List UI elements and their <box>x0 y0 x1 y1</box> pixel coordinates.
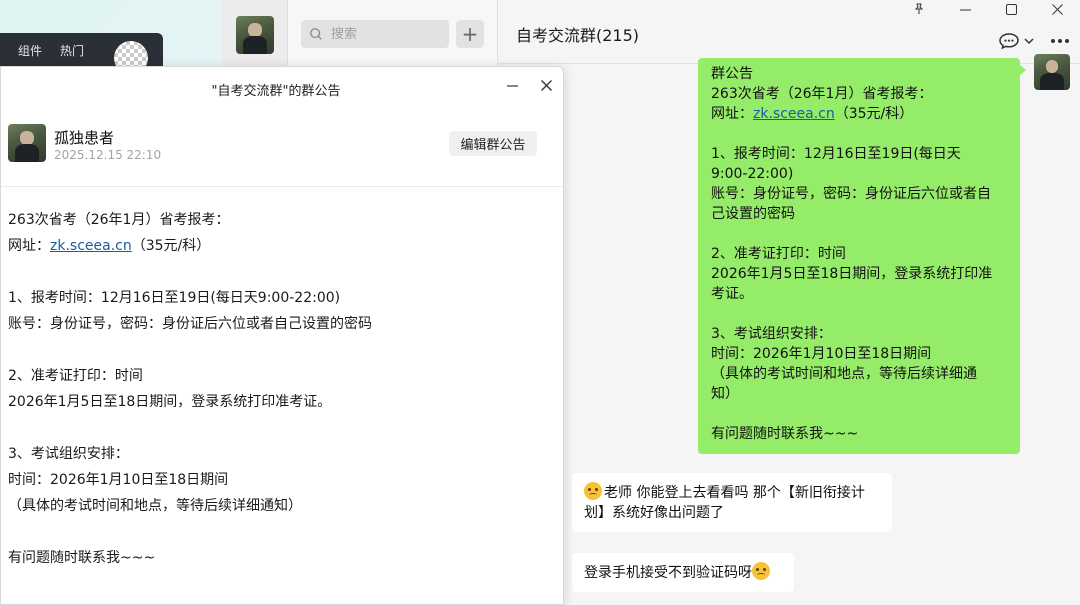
message-line: 知） <box>711 386 739 402</box>
announcement-line: 2026年1月5日至18日期间，登录系统打印准考证。 <box>8 394 332 410</box>
self-avatar[interactable] <box>1034 54 1070 90</box>
chat-main: 自考交流群(215) 群公告 263次省考（26年1月）省考报考： 网址：zk.… <box>498 0 1080 605</box>
message-line: 2026年1月5日至18日期间，登录系统打印准 <box>711 266 993 282</box>
announcement-line <box>8 415 553 441</box>
more-icon[interactable] <box>1050 38 1070 44</box>
message-text: 登录手机接受不到验证码呀 <box>584 565 752 581</box>
message-line: 263次省考（26年1月）省考报考： <box>711 86 933 102</box>
message-line: 群公告 <box>711 66 753 82</box>
publish-date: 2025.12.15 22:10 <box>54 148 162 162</box>
user-avatar[interactable] <box>236 16 274 54</box>
announcement-line: 有问题随时联系我~~~ <box>8 550 156 566</box>
announcement-line <box>8 259 553 285</box>
bubble-tail <box>1019 64 1026 76</box>
exam-site-link[interactable]: zk.sceea.cn <box>50 238 132 254</box>
author-avatar[interactable] <box>8 124 46 162</box>
announcement-line <box>8 337 553 363</box>
search-box[interactable] <box>301 20 449 48</box>
message-line: 有问题随时联系我~~~ <box>711 426 859 442</box>
pin-icon[interactable] <box>896 0 942 18</box>
maximize-icon[interactable] <box>988 0 1034 18</box>
message-line: 账号：身份证号，密码：身份证后六位或者自 <box>711 186 991 202</box>
chat-title: 自考交流群(215) <box>516 26 640 45</box>
announcement-line-url: 网址：zk.sceea.cn（35元/科） <box>8 233 553 259</box>
message-line: 考证。 <box>711 286 753 302</box>
url-suffix: （35元/科） <box>834 106 914 122</box>
author-name: 孤独患者 <box>54 129 115 147</box>
url-label: 网址： <box>711 106 753 122</box>
message-line-url: 网址：zk.sceea.cn（35元/科） <box>711 104 1007 124</box>
message-line <box>711 124 1007 144</box>
search-icon <box>310 28 322 40</box>
other-message-bubble[interactable]: 老师 你能登上去看看吗 那个【新旧衔接计划】系统好像出问题了 <box>572 473 892 532</box>
chat-header: 自考交流群(215) <box>498 0 1080 64</box>
dialog-close-icon[interactable] <box>538 75 554 95</box>
announcement-line <box>8 519 553 545</box>
toolbar-item-components[interactable]: 组件 <box>18 42 42 59</box>
message-line: （具体的考试时间和地点，等待后续详细通 <box>711 366 977 382</box>
announcement-line: 时间：2026年1月10日至18日期间 <box>8 472 229 488</box>
message-line: 3、考试组织安排： <box>711 326 832 342</box>
search-input[interactable] <box>331 26 441 42</box>
window-controls <box>896 0 1080 18</box>
announcement-body: 263次省考（26年1月）省考报考： 网址：zk.sceea.cn（35元/科）… <box>8 207 553 571</box>
close-icon[interactable] <box>1034 0 1080 18</box>
message-line <box>711 224 1007 244</box>
message-line <box>711 304 1007 324</box>
announcement-line: 2、准考证打印：时间 <box>8 368 143 384</box>
message-text: 老师 你能登上去看看吗 那个【新旧衔接计划】系统好像出问题了 <box>584 485 865 521</box>
announcement-line: 1、报考时间：12月16日至19日(每日天9:00-22:00) <box>8 290 341 306</box>
announcement-line: 账号：身份证号，密码：身份证后六位或者自己设置的密码 <box>8 316 372 332</box>
chat-bubble-icon[interactable] <box>998 31 1036 51</box>
url-suffix: （35元/科） <box>131 238 211 254</box>
grimace-emoji-icon <box>584 482 602 500</box>
message-line: 1、报考时间：12月16日至19日(每日天 <box>711 146 961 162</box>
dialog-title: "自考交流群"的群公告 <box>211 84 341 99</box>
announcement-line: 263次省考（26年1月）省考报考： <box>8 212 230 228</box>
other-message-bubble[interactable]: 登录手机接受不到验证码呀 <box>572 553 794 592</box>
group-announcement-dialog: "自考交流群"的群公告 孤独患者 2025.12.15 22:10 编辑群公告 … <box>0 66 564 605</box>
message-line: 己设置的密码 <box>711 206 795 222</box>
announcement-line: 3、考试组织安排： <box>8 446 129 462</box>
message-line <box>711 404 1007 424</box>
dialog-minimize-icon[interactable] <box>504 75 520 95</box>
crying-emoji-icon <box>752 562 770 580</box>
message-line: 时间：2026年1月10日至18日期间 <box>711 346 932 362</box>
divider <box>1 186 563 187</box>
message-line: 2、准考证打印：时间 <box>711 246 846 262</box>
edit-announcement-button[interactable]: 编辑群公告 <box>449 131 537 156</box>
url-label: 网址： <box>8 238 50 254</box>
add-chat-button[interactable]: + <box>456 20 484 48</box>
self-message-bubble[interactable]: 群公告 263次省考（26年1月）省考报考： 网址：zk.sceea.cn（35… <box>698 58 1020 454</box>
message-line: 9:00-22:00) <box>711 166 794 182</box>
toolbar-item-hot[interactable]: 热门 <box>60 42 84 59</box>
announcement-line: （具体的考试时间和地点，等待后续详细通知） <box>8 498 302 514</box>
minimize-icon[interactable] <box>942 0 988 18</box>
header-icons <box>998 31 1070 51</box>
exam-site-link[interactable]: zk.sceea.cn <box>753 106 835 122</box>
